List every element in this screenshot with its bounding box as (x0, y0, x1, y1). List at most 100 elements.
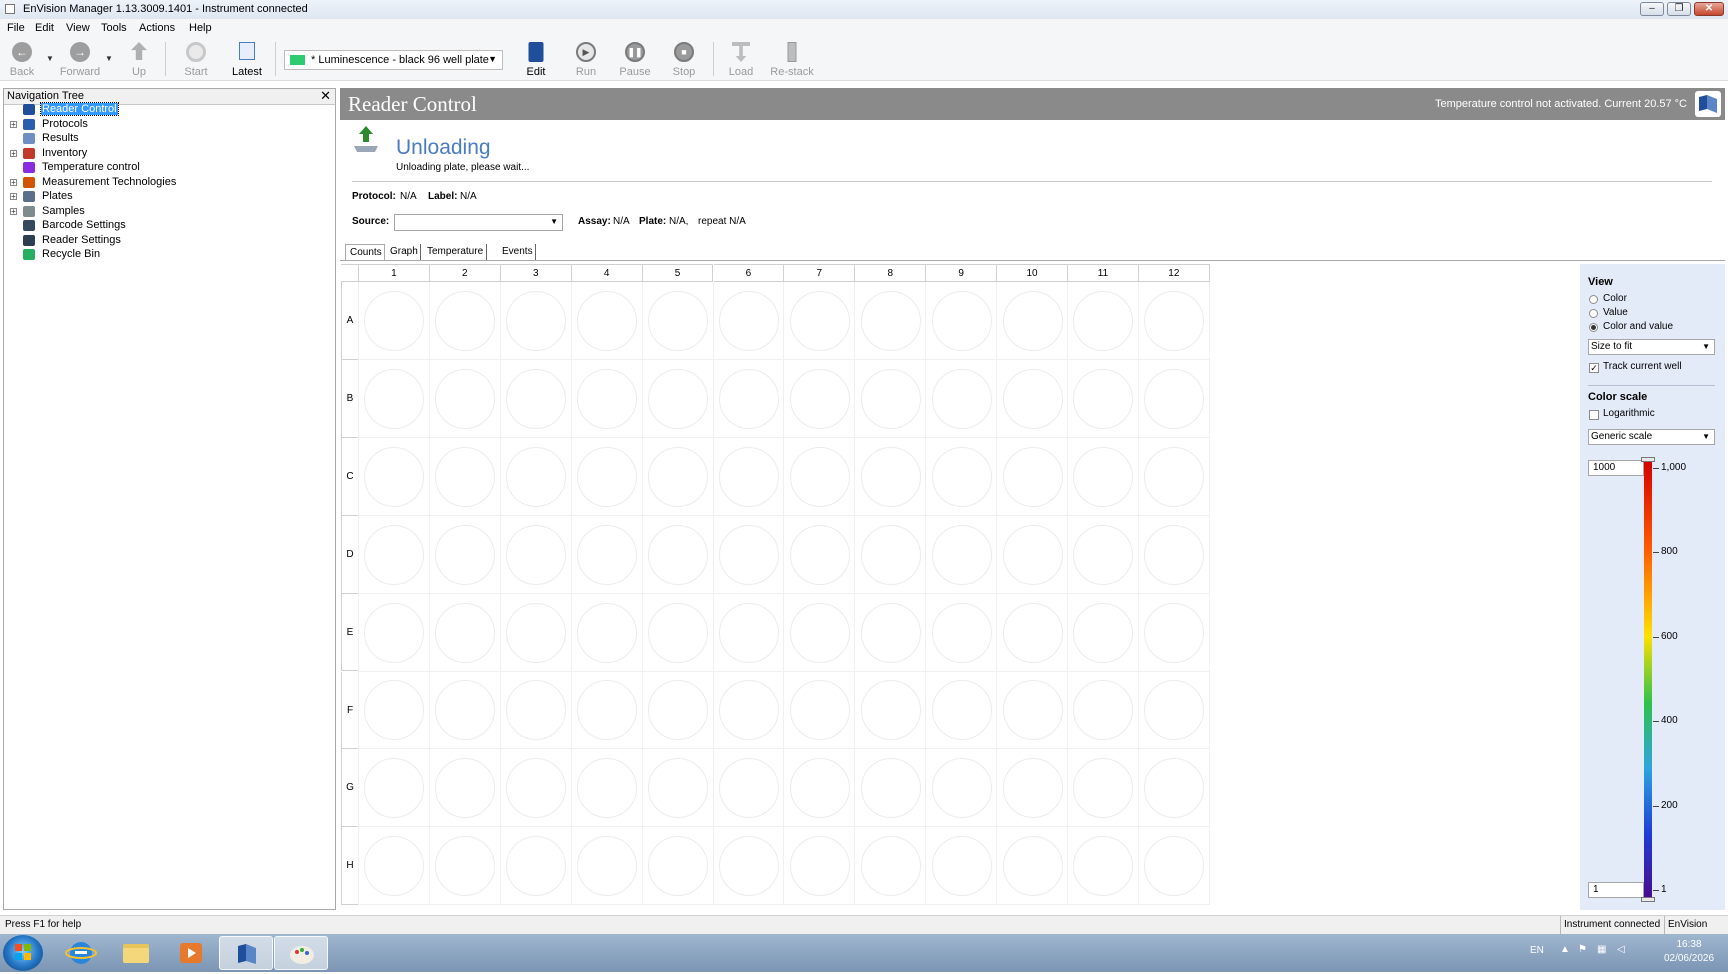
plate-well[interactable] (1073, 524, 1134, 585)
tab-temperature[interactable]: Temperature (423, 244, 487, 260)
column-header[interactable]: 8 (855, 264, 927, 282)
plate-well[interactable] (1144, 602, 1205, 663)
back-button[interactable]: ← Back (0, 40, 45, 78)
plate-well[interactable] (1002, 836, 1063, 897)
column-header[interactable]: 7 (784, 264, 856, 282)
plate-well[interactable] (718, 758, 779, 819)
load-button[interactable]: Load (718, 40, 764, 78)
forward-button[interactable]: → Forward (57, 40, 103, 78)
plate-well[interactable] (577, 602, 638, 663)
row-header[interactable]: F (341, 671, 359, 750)
plate-well[interactable] (718, 836, 779, 897)
plate-well[interactable] (648, 368, 709, 429)
plate-well[interactable] (648, 524, 709, 585)
close-icon[interactable]: ✕ (320, 88, 331, 104)
plate-well[interactable] (1073, 680, 1134, 741)
plate-well[interactable] (789, 836, 850, 897)
plate-well[interactable] (435, 368, 496, 429)
plate-well[interactable] (364, 602, 425, 663)
plate-well[interactable] (364, 836, 425, 897)
plate-well[interactable] (435, 524, 496, 585)
column-header[interactable]: 4 (571, 264, 643, 282)
plate-well[interactable] (860, 290, 921, 351)
action-center-flag-icon[interactable]: ⚑ (1578, 944, 1587, 955)
tree-item[interactable]: + Plates (4, 190, 304, 204)
column-header[interactable]: 2 (429, 264, 501, 282)
plate-well[interactable] (1144, 680, 1205, 741)
size-mode-select[interactable]: Size to fit ▼ (1588, 339, 1715, 355)
plate-well[interactable] (718, 602, 779, 663)
column-header[interactable]: 6 (713, 264, 785, 282)
plate-well[interactable] (364, 758, 425, 819)
radio-value[interactable] (1589, 309, 1598, 318)
start-menu-icon[interactable] (3, 935, 43, 971)
run-button[interactable]: ▶ Run (563, 40, 609, 78)
plate-well[interactable] (506, 368, 567, 429)
plate-well[interactable] (648, 446, 709, 507)
plate-well[interactable] (1073, 290, 1134, 351)
row-header[interactable]: E (341, 593, 359, 672)
plate-well[interactable] (577, 524, 638, 585)
plate-well[interactable] (1144, 368, 1205, 429)
plate-well[interactable] (364, 368, 425, 429)
plate-well[interactable] (931, 758, 992, 819)
plate-well[interactable] (435, 602, 496, 663)
plate-well[interactable] (931, 290, 992, 351)
plate-well[interactable] (718, 680, 779, 741)
expand-icon[interactable]: + (10, 207, 17, 215)
plate-well[interactable] (435, 290, 496, 351)
column-header[interactable]: 9 (926, 264, 998, 282)
radio-color-and-value[interactable] (1589, 323, 1598, 332)
plate-well[interactable] (860, 758, 921, 819)
row-header[interactable]: H (341, 827, 359, 906)
stop-button[interactable]: ■ Stop (661, 40, 707, 78)
plate-well[interactable] (931, 680, 992, 741)
plate-well[interactable] (506, 290, 567, 351)
tab-events[interactable]: Events (498, 244, 536, 260)
language-indicator[interactable]: EN (1530, 945, 1544, 956)
forward-dropdown-icon[interactable]: ▼ (105, 54, 113, 63)
plate-well[interactable] (364, 290, 425, 351)
plate-well[interactable] (364, 680, 425, 741)
plate-well[interactable] (1073, 836, 1134, 897)
plate-well[interactable] (1002, 368, 1063, 429)
plate-well[interactable] (860, 836, 921, 897)
plate-well[interactable] (435, 446, 496, 507)
plate-well[interactable] (1002, 524, 1063, 585)
volume-muted-icon[interactable]: ◁ (1617, 944, 1625, 955)
plate-well[interactable] (435, 680, 496, 741)
plate-well[interactable] (789, 602, 850, 663)
column-header[interactable]: 11 (1068, 264, 1139, 282)
tree-item[interactable]: + Inventory (4, 147, 304, 161)
protocol-select[interactable]: * Luminescence - black 96 well plate ▼ (284, 50, 503, 70)
taskbar-ie-icon[interactable] (54, 936, 108, 970)
plate-well[interactable] (931, 602, 992, 663)
plate-well[interactable] (1073, 602, 1134, 663)
plate-well[interactable] (506, 446, 567, 507)
plate-well[interactable] (648, 836, 709, 897)
row-header[interactable]: G (341, 749, 359, 828)
plate-well[interactable] (860, 446, 921, 507)
scale-max-input[interactable]: 1000 (1588, 460, 1644, 476)
up-button[interactable]: Up (116, 40, 162, 78)
menu-view[interactable]: View (66, 22, 90, 34)
menu-help[interactable]: Help (189, 22, 212, 34)
expand-icon[interactable]: + (10, 178, 17, 186)
plate-well[interactable] (931, 368, 992, 429)
plate-well[interactable] (931, 524, 992, 585)
plate-well[interactable] (648, 680, 709, 741)
column-header[interactable]: 12 (1138, 264, 1210, 282)
plate-well[interactable] (435, 836, 496, 897)
plate-well[interactable] (1073, 368, 1134, 429)
taskbar-explorer-icon[interactable] (109, 936, 163, 970)
pause-button[interactable]: ❚❚ Pause (612, 40, 658, 78)
plate-well[interactable] (789, 368, 850, 429)
menu-tools[interactable]: Tools (101, 22, 127, 34)
menu-file[interactable]: File (7, 22, 25, 34)
plate-well[interactable] (364, 446, 425, 507)
row-header[interactable]: A (341, 282, 359, 360)
plate-well[interactable] (1144, 836, 1205, 897)
plate-well[interactable] (718, 524, 779, 585)
plate-well[interactable] (506, 602, 567, 663)
plate-well[interactable] (789, 524, 850, 585)
